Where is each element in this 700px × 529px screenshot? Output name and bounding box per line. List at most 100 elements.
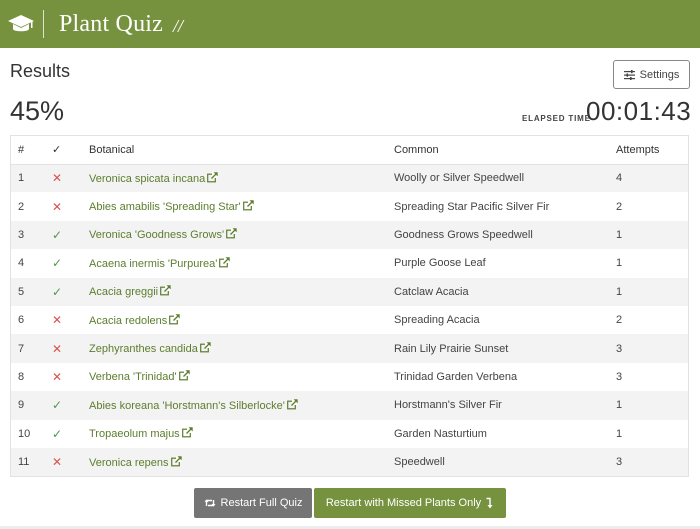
header-botanical: Botanical [82,136,387,165]
table-row: 10 ✓ Tropaeolum majus Garden Nasturtium 1 [11,420,688,448]
row-number: 4 [18,257,25,270]
restart-full-quiz-button[interactable]: Restart Full Quiz [194,488,312,518]
external-link-icon [181,427,193,438]
results-table: # ✓ Botanical Common Attempts 1 ✕ Veronica… [10,135,689,478]
check-icon: ✓ [52,284,63,299]
table-row: 8 ✕ Verbena 'Trinidad' Trinidad Garden Verb… [11,363,688,391]
x-icon: ✕ [52,171,63,186]
restart-missed-button[interactable]: Restart with Missed Plants Only [314,488,506,518]
botanical-link[interactable]: Acaena inermis 'Purpurea' [89,256,231,270]
table-row: 9 ✓ Abies koreana 'Horstmann's Silberlocke… [11,391,688,420]
row-botanical-cell: Tropaeolum majus [82,420,387,448]
external-link-icon [219,256,231,268]
row-botanical-cell: Acacia greggii [82,277,387,306]
row-botanical-cell: Verbena 'Trinidad' [82,363,387,391]
row-botanical-cell: Veronica spicata incana [82,164,387,193]
row-common-name: Catclaw Acacia [387,277,609,306]
row-attempts: 2 [616,314,623,327]
row-common-name: Trinidad Garden Verbena [394,370,518,383]
x-icon: ✕ [52,313,63,328]
row-result-cell: ✕ [45,447,82,477]
table-row: 1 ✕ Veronica spicata incana Woolly or Silve… [11,164,688,193]
restart-full-label: Restart Full Quiz [220,497,303,509]
botanical-name: Veronica spicata incana [89,172,206,185]
row-common-name: Goodness Grows Speedwell [387,220,609,250]
check-icon: ✓ [52,256,63,271]
x-icon: ✕ [52,341,63,356]
row-botanical-cell: Veronica repens [82,447,387,477]
row-result-cell: ✕ [45,334,82,363]
external-link-icon [169,313,181,325]
botanical-name: Tropaeolum majus [89,428,180,441]
botanical-link[interactable]: Abies amabilis 'Spreading Star' [89,200,254,214]
header-attempts: Attempts [609,136,688,165]
botanical-name: Acacia redolens [89,314,168,327]
botanical-name: Zephyranthes candida [89,343,198,356]
results-panel: Results Settings 45% ELAPSED TIME 00:01:… [0,48,700,526]
row-number: 5 [11,277,45,306]
x-icon: ✕ [52,199,63,214]
botanical-link[interactable]: Veronica 'Goodness Grows' [89,228,238,241]
row-number: 1 [11,164,45,193]
table-row: 2 ✕ Abies amabilis 'Spreading Star' Spreadi… [11,192,688,220]
table-row: 11 ✕ Veronica repens Speedwell 3 [11,447,688,477]
level-down-icon [486,497,493,509]
row-botanical-cell: Zephyranthes candida [82,334,387,363]
external-link-icon [242,200,254,211]
botanical-name: Acaena inermis 'Purpurea' [89,257,218,270]
botanical-link[interactable]: Acacia redolens [89,313,181,327]
botanical-link[interactable]: Verbena 'Trinidad' [89,370,190,383]
row-number: 8 [18,370,25,383]
row-number: 11 [11,447,45,477]
table-row: 4 ✓ Acaena inermis 'Purpurea' Purple Goose … [11,249,688,277]
header-slashes: // [173,16,184,36]
botanical-link[interactable]: Acacia greggii [89,285,172,298]
row-result-cell: ✓ [45,277,82,306]
row-attempts: 1 [616,427,623,440]
check-icon: ✓ [52,426,63,441]
row-result-cell: ✓ [45,249,82,277]
row-common-name: Rain Lily Prairie Sunset [387,334,609,363]
settings-label: Settings [639,68,680,81]
header-divider [43,10,44,38]
external-link-icon [170,455,182,466]
botanical-link[interactable]: Veronica repens [89,455,182,469]
row-result-cell: ✕ [45,306,82,334]
header-common: Common [387,136,609,165]
row-attempts: 3 [609,447,688,477]
row-number: 9 [11,391,45,420]
app-header: Plant Quiz // [0,0,700,48]
row-common-name: Woolly or Silver Speedwell [387,164,609,193]
row-attempts: 1 [609,220,688,250]
external-link-icon [178,370,190,381]
row-botanical-cell: Abies amabilis 'Spreading Star' [82,192,387,220]
retweet-icon [204,499,216,507]
external-link-icon [286,398,298,410]
row-attempts: 1 [609,277,688,306]
row-result-cell: ✓ [45,420,82,448]
x-icon: ✕ [52,455,63,470]
botanical-link[interactable]: Abies koreana 'Horstmann's Silberlocke' [89,398,298,412]
botanical-link[interactable]: Veronica spicata incana [89,171,219,185]
row-number: 7 [11,334,45,363]
table-row: 6 ✕ Acacia redolens Spreading Acacia 2 [11,306,688,334]
row-result-cell: ✓ [45,391,82,420]
row-botanical-cell: Acacia redolens [82,306,387,334]
row-attempts: 3 [616,370,623,383]
botanical-link[interactable]: Tropaeolum majus [89,427,193,441]
row-attempts: 4 [609,164,688,193]
row-common-name: Purple Goose Leaf [394,257,486,270]
row-attempts: 1 [609,391,688,420]
row-number: 6 [18,314,25,327]
botanical-link[interactable]: Zephyranthes candida [89,342,211,356]
row-common-name: Garden Nasturtium [394,427,487,440]
elapsed-time-value: 00:01:43 [586,96,692,126]
row-common-name: Spreading Acacia [394,314,480,327]
settings-button[interactable]: Settings [613,60,690,89]
external-link-icon [160,285,172,296]
app-title[interactable]: Plant Quiz [59,11,163,38]
row-attempts: 1 [616,257,623,270]
botanical-name: Abies amabilis 'Spreading Star' [89,201,241,214]
x-icon: ✕ [52,369,63,384]
table-row: 7 ✕ Zephyranthes candida Rain Lily Prairie … [11,334,688,363]
